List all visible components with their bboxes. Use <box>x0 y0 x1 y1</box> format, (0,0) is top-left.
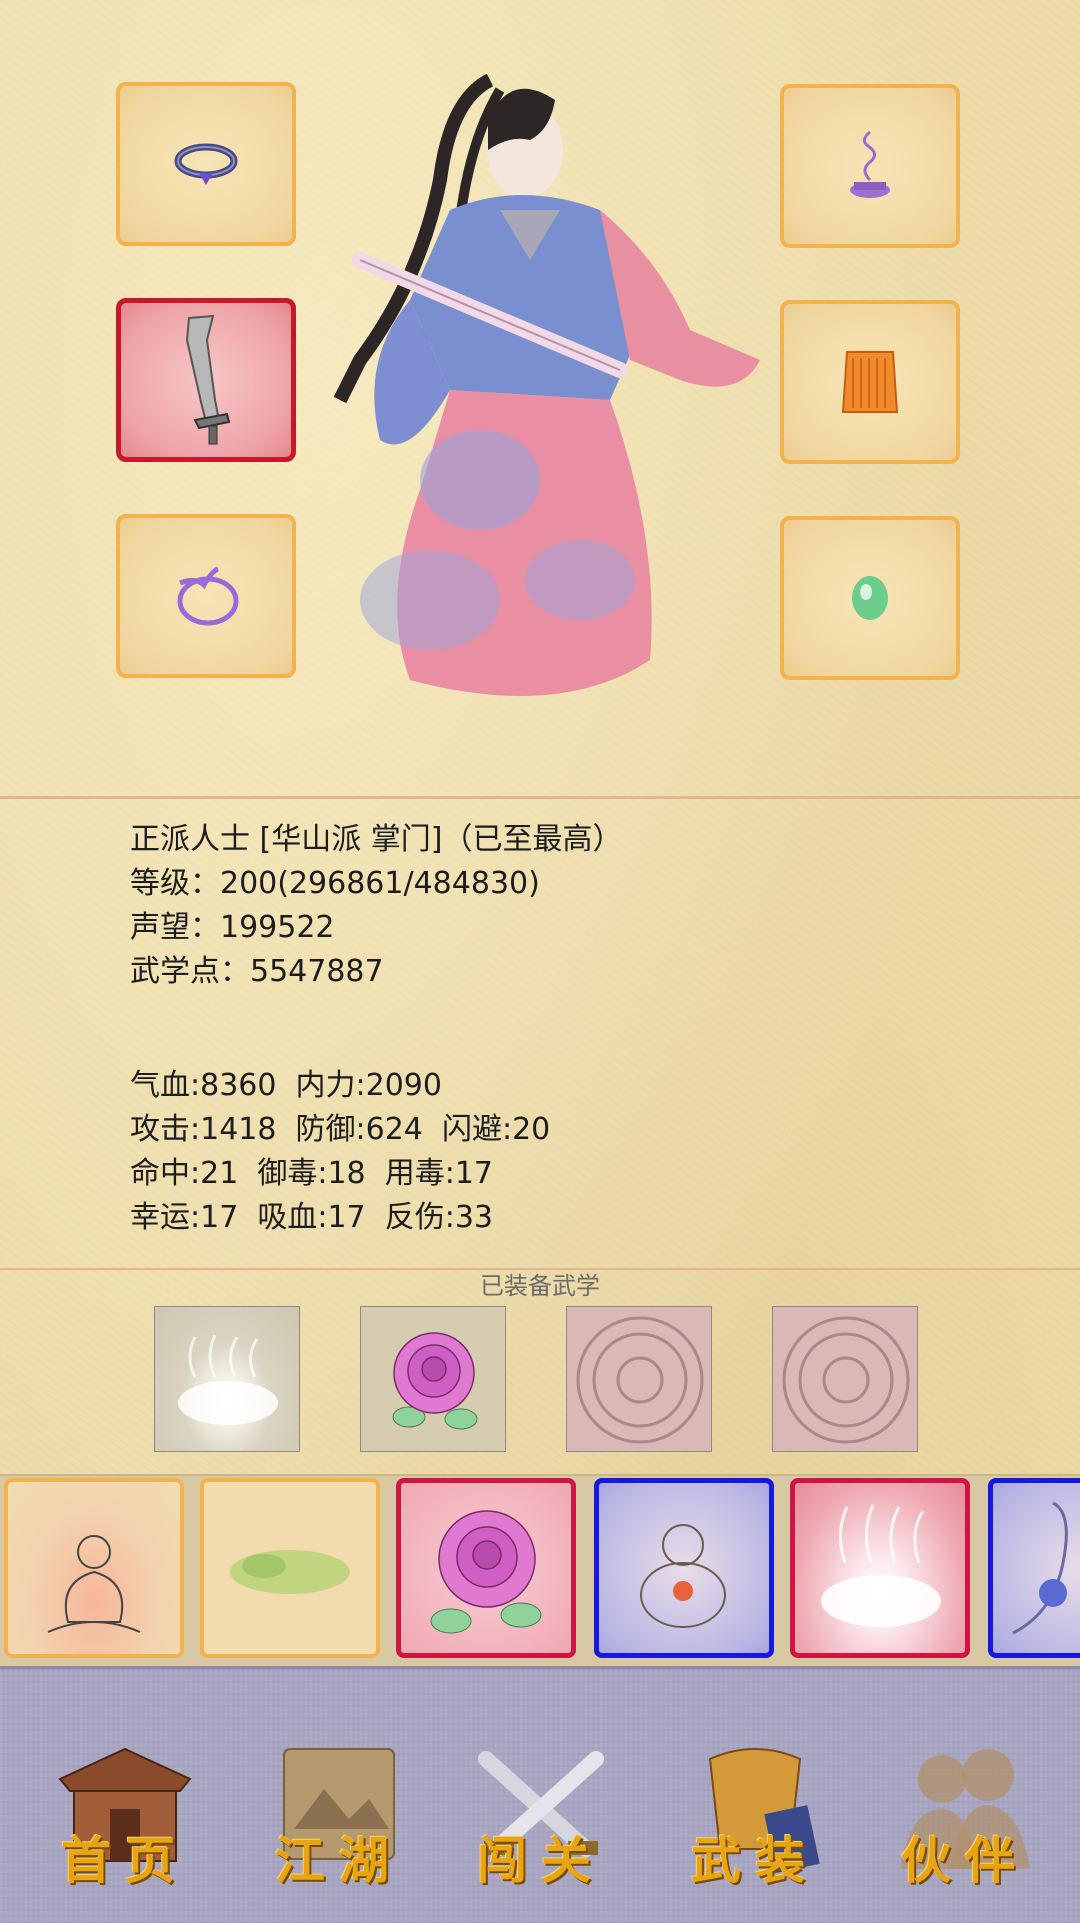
nav-home-label: 首页 <box>61 1831 189 1890</box>
equip-slot-bracelet[interactable] <box>116 514 296 678</box>
points-line: 武学点：5547887 <box>130 954 384 989</box>
steam-icon <box>821 1504 941 1627</box>
steam-icon <box>178 1334 278 1425</box>
equip-slot-jade[interactable] <box>780 516 960 680</box>
seal-icon <box>576 1316 704 1444</box>
skill-item[interactable] <box>790 1478 970 1658</box>
skill-list-bar[interactable] <box>0 1474 1080 1666</box>
sword-icon <box>185 314 231 445</box>
character-info: 正派人士 [华山派 掌门]（已至最高） 等级：200(296861/484830… <box>130 818 622 994</box>
nav-challenge[interactable]: 闯关 <box>456 1729 626 1899</box>
robe-icon <box>841 351 899 413</box>
rose-icon <box>392 1332 478 1430</box>
bracelet-icon <box>177 566 239 626</box>
nav-partner[interactable]: 伙伴 <box>880 1729 1050 1899</box>
meditation-icon <box>47 1535 141 1633</box>
equipped-skill-slot[interactable] <box>772 1306 918 1452</box>
nav-home[interactable]: 首页 <box>40 1729 210 1899</box>
hand-icon <box>1012 1501 1068 1635</box>
skill-item[interactable] <box>4 1478 184 1658</box>
equipped-skills-label: 已装备武学 <box>480 1272 600 1300</box>
bottom-nav: 首页 江湖 闯关 武装 伙伴 <box>0 1666 1080 1923</box>
title-line: 正派人士 [华山派 掌门]（已至最高） <box>130 822 623 857</box>
nav-equip[interactable]: 武装 <box>670 1729 840 1899</box>
nav-partner-label: 伙伴 <box>901 1831 1029 1890</box>
jade-icon <box>852 576 888 620</box>
stats-block: 气血:8360 内力:2090 攻击:1418 防御:624 闪避:20 命中:… <box>130 1064 550 1240</box>
herb-icon <box>230 1550 350 1594</box>
nav-jianghu-label: 江湖 <box>275 1831 403 1890</box>
stats-line: 幸运:17 吸血:17 反伤:33 <box>130 1200 493 1235</box>
skill-item[interactable] <box>594 1478 774 1658</box>
rose-icon <box>430 1510 542 1634</box>
stats-line: 命中:21 御毒:18 用毒:17 <box>130 1156 493 1191</box>
equipped-skill-slot[interactable] <box>154 1306 300 1452</box>
nav-jianghu[interactable]: 江湖 <box>254 1729 424 1899</box>
stats-line: 气血:8360 内力:2090 <box>130 1068 442 1103</box>
skill-item[interactable] <box>988 1478 1080 1658</box>
character-portrait <box>333 73 760 696</box>
level-line: 等级：200(296861/484830) <box>130 866 540 901</box>
divider-top <box>0 796 1080 799</box>
stats-line: 攻击:1418 防御:624 闪避:20 <box>130 1112 551 1147</box>
equipped-skill-slot[interactable] <box>360 1306 506 1452</box>
equip-slot-incense[interactable] <box>780 84 960 248</box>
equip-slot-weapon[interactable] <box>116 298 296 462</box>
nav-equip-label: 武装 <box>691 1831 819 1890</box>
equip-slot-armor[interactable] <box>780 300 960 464</box>
gourd-icon <box>640 1524 726 1628</box>
reputation-line: 声望：199522 <box>130 910 335 945</box>
equipped-skill-slot[interactable] <box>566 1306 712 1452</box>
incense-icon <box>850 130 890 198</box>
skill-item[interactable] <box>200 1478 380 1658</box>
ring-icon <box>174 143 238 185</box>
seal-icon <box>782 1316 910 1444</box>
equip-slot-ring[interactable] <box>116 82 296 246</box>
nav-challenge-label: 闯关 <box>477 1831 605 1890</box>
skill-item[interactable] <box>396 1478 576 1658</box>
